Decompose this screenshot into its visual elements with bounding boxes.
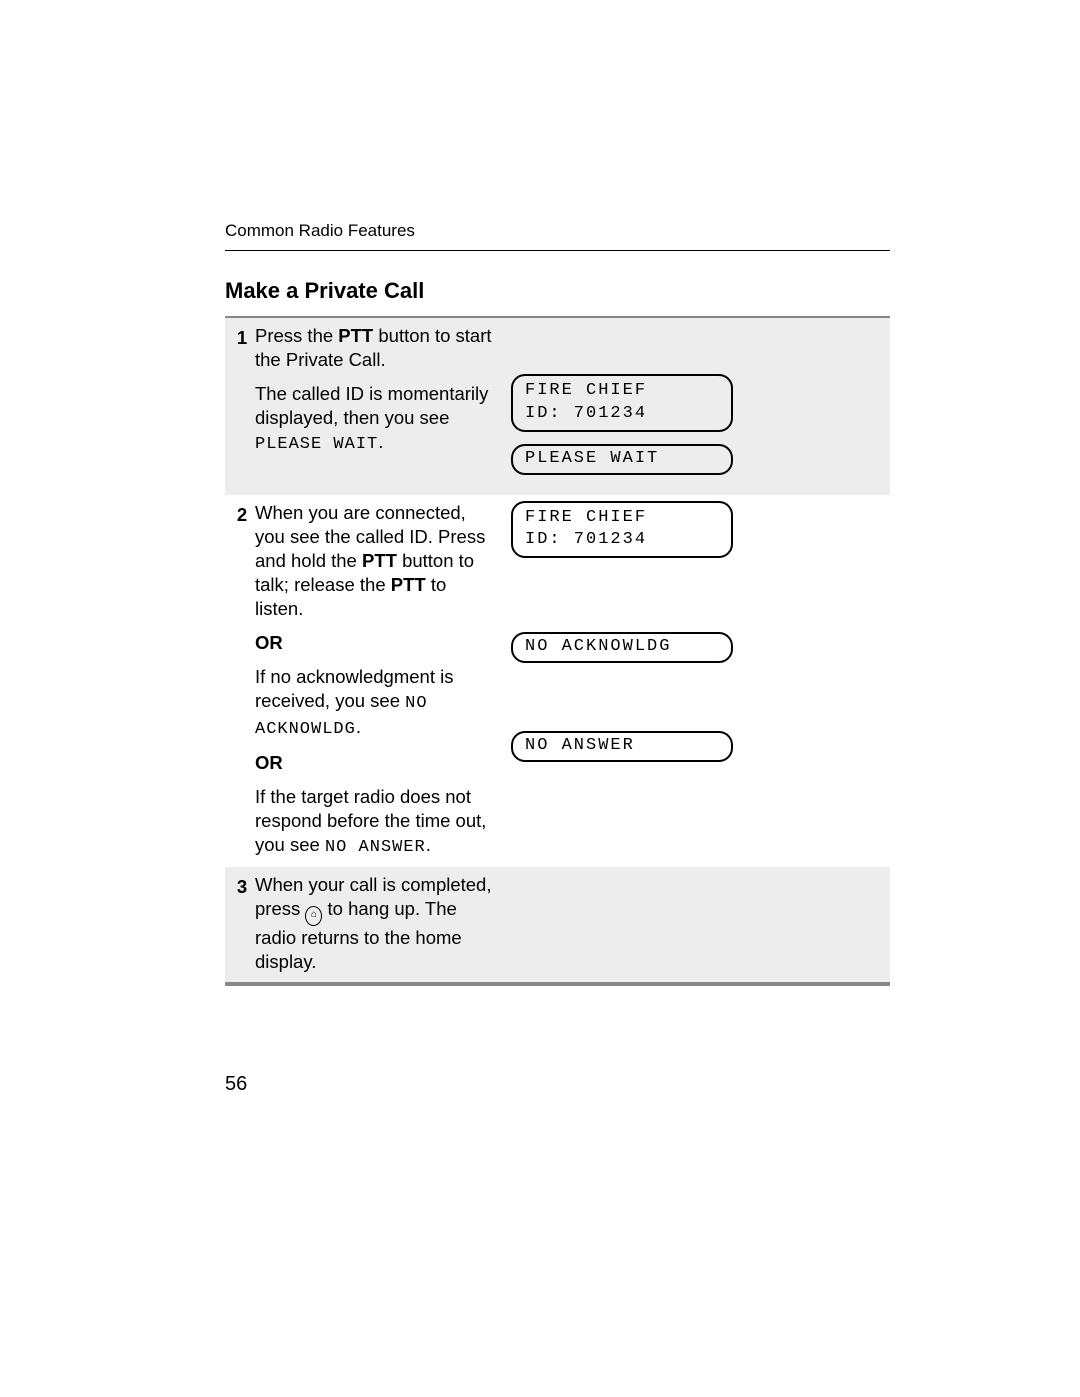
ptt-label: PTT [338, 325, 373, 346]
page-title: Make a Private Call [225, 277, 890, 306]
step-text: Press the PTT button to start the Privat… [255, 324, 505, 456]
step-row-2: 2 When you are connected, you see the ca… [225, 495, 890, 868]
page-number: 56 [225, 1071, 247, 1097]
step-display: FIRE CHIEF ID: 701234 NO ACKNOWLDG NO AN… [505, 501, 886, 775]
lcd-display: NO ANSWER [511, 731, 733, 762]
step-text: When you are connected, you see the call… [255, 501, 505, 860]
lcd-display: NO ACKNOWLDG [511, 632, 733, 663]
lcd-display: FIRE CHIEF ID: 701234 [511, 501, 733, 559]
text: . [378, 431, 383, 452]
lcd-display: PLEASE WAIT [511, 444, 733, 475]
text: . [356, 716, 361, 737]
steps-table: 1 Press the PTT button to start the Priv… [225, 316, 890, 986]
step-text: When your call is completed, press ⌂ to … [255, 873, 505, 974]
step-number: 1 [229, 324, 255, 350]
step-row-1: 1 Press the PTT button to start the Priv… [225, 318, 890, 495]
step-row-3: 3 When your call is completed, press ⌂ t… [225, 867, 890, 982]
header-rule [225, 250, 890, 251]
lcd-display: FIRE CHIEF ID: 701234 [511, 374, 733, 432]
or-label: OR [255, 631, 497, 655]
text: . [426, 834, 431, 855]
text: Press the [255, 325, 338, 346]
step-number: 3 [229, 873, 255, 899]
home-icon: ⌂ [305, 906, 322, 926]
or-label: OR [255, 751, 497, 775]
manual-page: Common Radio Features Make a Private Cal… [0, 0, 1080, 1397]
ptt-label: PTT [362, 550, 397, 571]
section-header: Common Radio Features [225, 220, 890, 242]
lcd-inline: PLEASE WAIT [255, 435, 378, 454]
text: The called ID is momentarily displayed, … [255, 383, 488, 428]
lcd-inline: NO ANSWER [325, 838, 426, 857]
step-display: FIRE CHIEF ID: 701234 PLEASE WAIT [505, 324, 886, 487]
ptt-label: PTT [391, 574, 426, 595]
step-number: 2 [229, 501, 255, 527]
